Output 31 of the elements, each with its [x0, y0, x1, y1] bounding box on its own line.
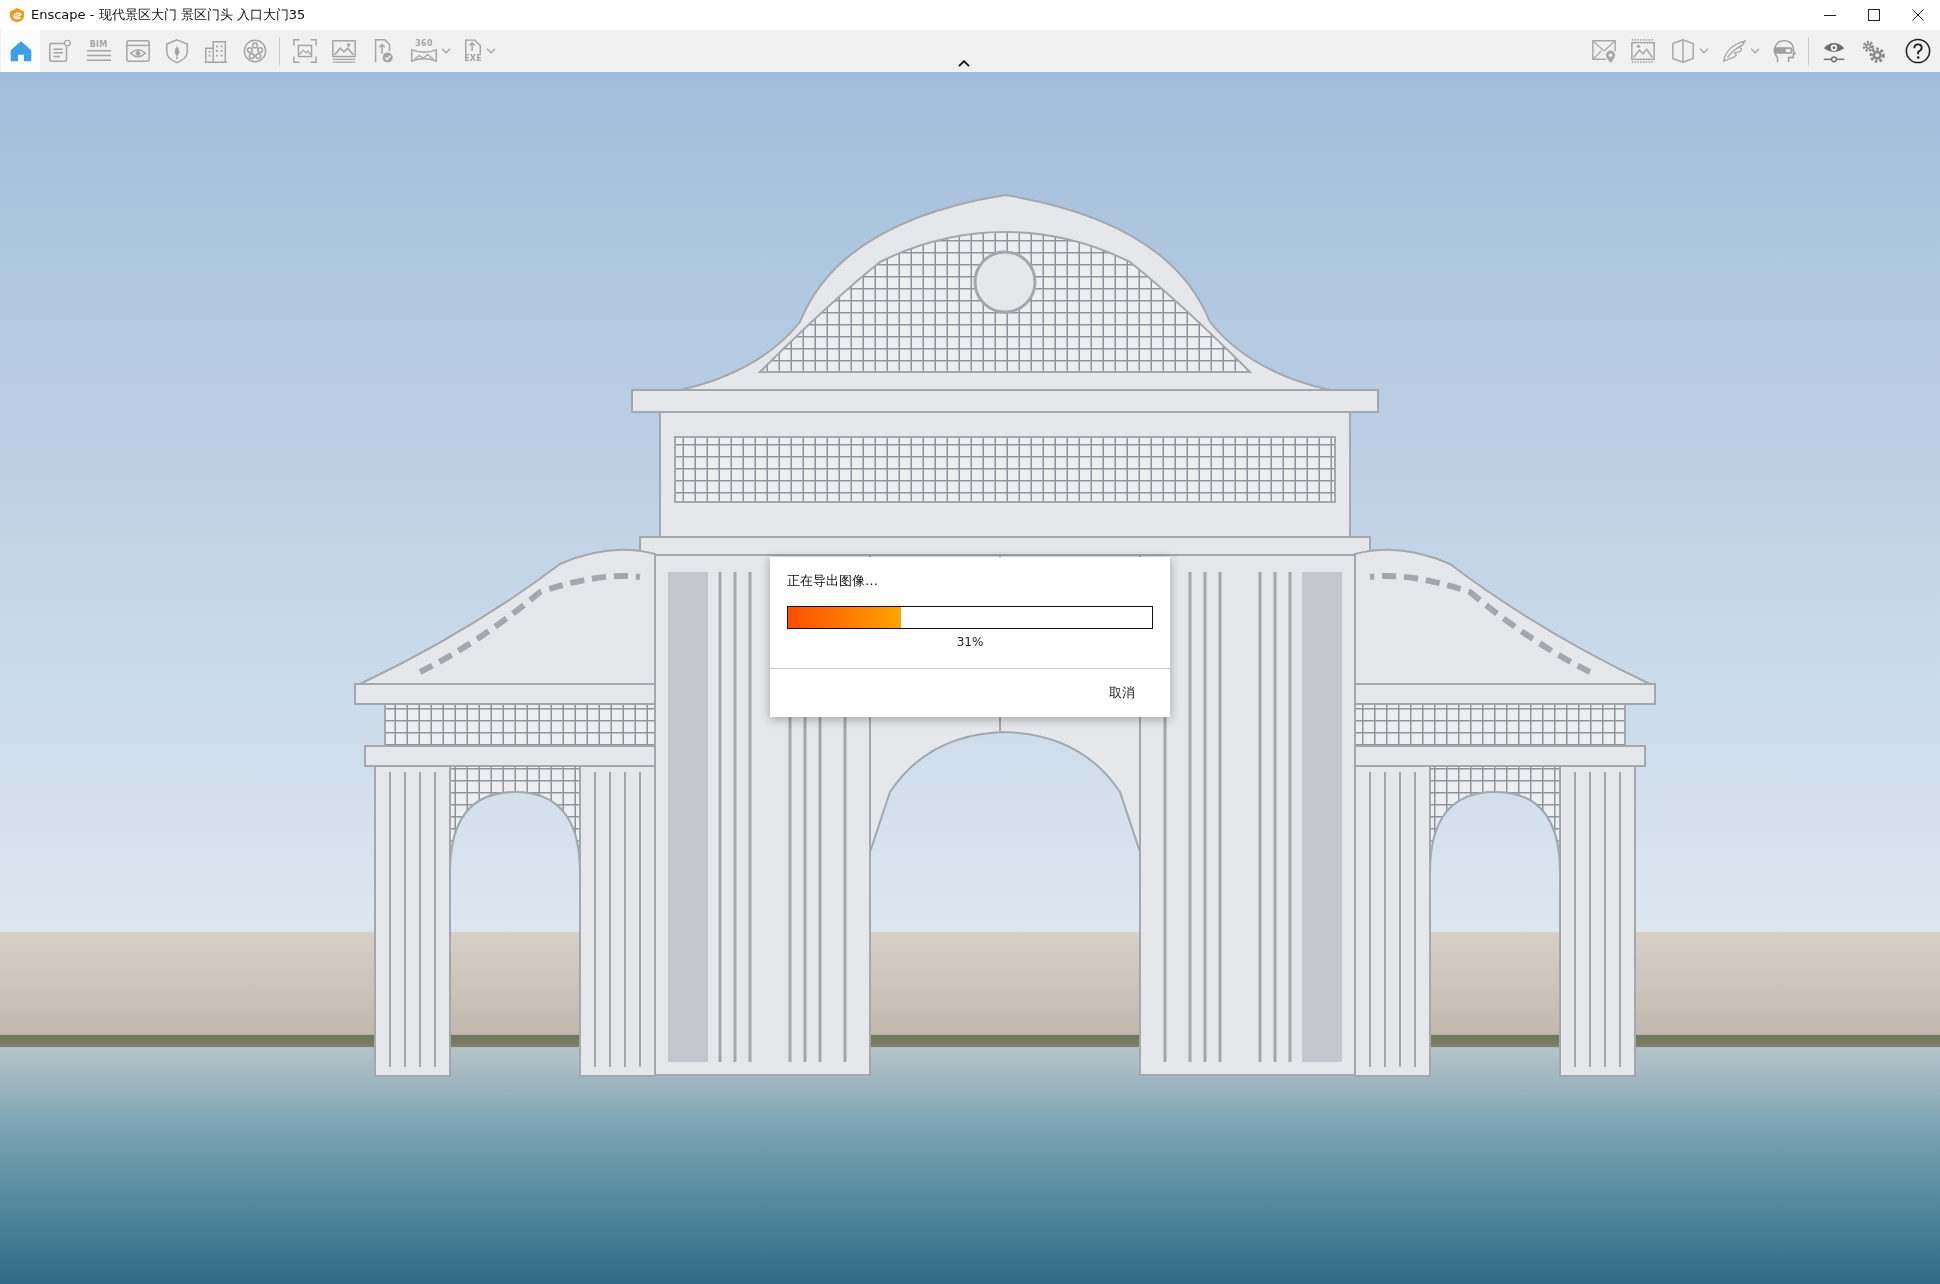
window-eye-icon	[124, 38, 151, 64]
cancel-button[interactable]: 取消	[1102, 680, 1142, 706]
chevron-down-icon	[1699, 48, 1709, 54]
map-pin-icon	[1590, 38, 1617, 64]
toolbar-button[interactable]: EXE	[455, 30, 500, 72]
lines-icon	[85, 49, 112, 62]
shield-icon	[163, 38, 190, 64]
toolbar-button[interactable]: 360	[402, 30, 455, 72]
note-icon	[46, 38, 73, 64]
caret-up-icon[interactable]	[958, 60, 970, 67]
file-upload-icon	[463, 39, 483, 54]
window-title: Enscape - 现代景区大门 景区门头 入口大门35	[31, 6, 306, 24]
dialog-message: 正在导出图像…	[787, 572, 879, 590]
building-icon	[202, 38, 229, 64]
film-reel-icon	[241, 38, 268, 64]
chevron-down-icon	[1750, 48, 1760, 54]
toolbar-button[interactable]: BIM	[79, 30, 118, 72]
help-icon	[1905, 38, 1931, 64]
chevron-down-icon	[486, 48, 496, 54]
wing-icon	[1721, 38, 1747, 64]
progress-percent: 31%	[955, 634, 985, 650]
maximize-icon	[1868, 9, 1880, 21]
image-strip-icon	[1629, 38, 1656, 64]
chevron-down-icon	[441, 48, 451, 54]
box-icon	[1670, 38, 1696, 64]
image-frame-icon	[291, 38, 318, 64]
close-icon	[1912, 9, 1924, 21]
app-logo-icon	[9, 7, 25, 23]
home-icon	[8, 39, 33, 63]
image-icon	[330, 38, 357, 64]
panorama-icon	[410, 48, 438, 63]
